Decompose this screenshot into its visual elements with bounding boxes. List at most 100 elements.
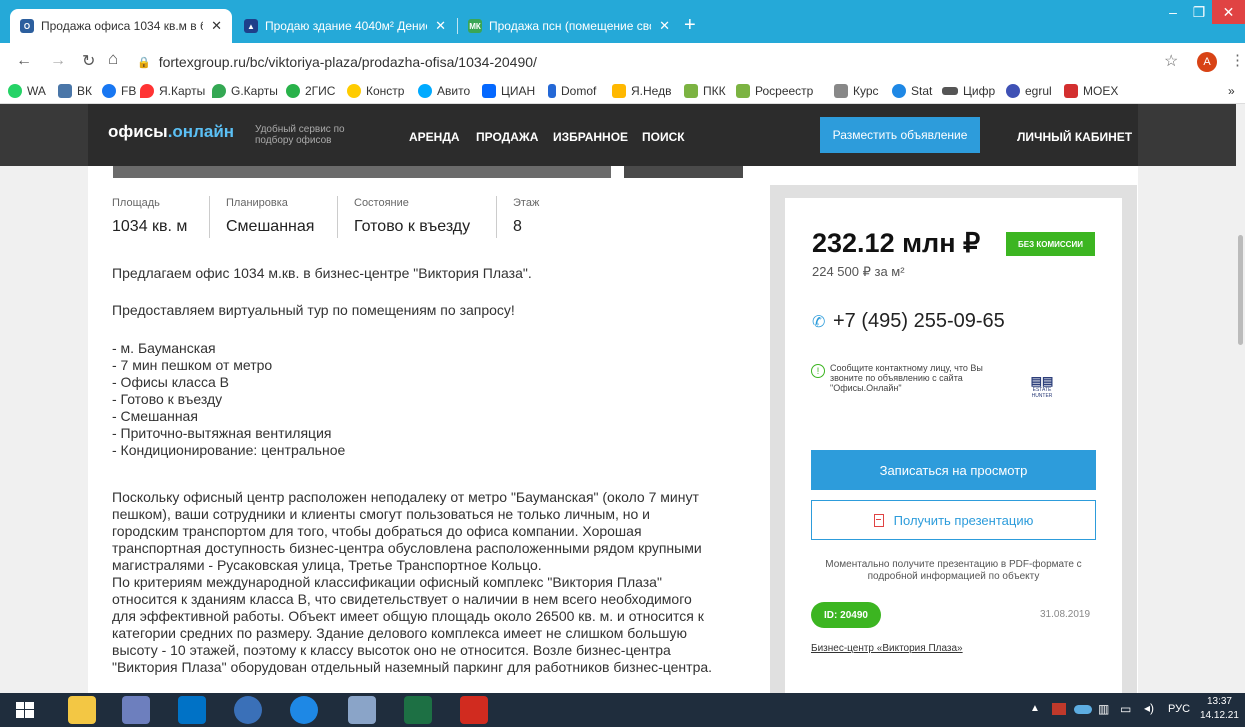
get-presentation-button[interactable]: Получить презентацию — [811, 500, 1096, 540]
page-scrollbar[interactable] — [1236, 104, 1245, 693]
moex-icon — [1064, 84, 1078, 98]
konstr-icon — [347, 84, 361, 98]
url-field[interactable]: 🔒 fortexgroup.ru/bc/viktoriya-plaza/prod… — [137, 48, 1187, 76]
language-indicator[interactable]: РУС — [1168, 703, 1190, 715]
bookmark-pkk[interactable]: ПКК — [684, 84, 726, 98]
list-item: - Смешанная — [112, 408, 198, 424]
bookmark-cian[interactable]: ЦИАН — [482, 84, 535, 98]
logo-main: офисы — [108, 122, 168, 141]
domof-icon — [548, 84, 556, 98]
bookmark-tsifr[interactable]: Цифр — [942, 84, 995, 98]
body-line: По критериям международной классификации… — [112, 574, 662, 590]
bookmark-vk[interactable]: ВК — [58, 84, 92, 98]
gallery-photo[interactable] — [113, 166, 611, 178]
body-line: транспортная доступность бизнес-центра о… — [112, 540, 702, 556]
file-explorer-icon[interactable] — [68, 696, 96, 724]
bookmark-google-maps[interactable]: G.Карты — [212, 84, 278, 98]
description-intro: Предлагаем офис 1034 м.кв. в бизнес-цент… — [112, 265, 532, 281]
bookmark-wa[interactable]: WA — [8, 84, 46, 98]
stat-label: Планировка — [226, 197, 288, 209]
close-tab-icon[interactable]: ✕ — [435, 18, 446, 34]
bookmark-label: ВК — [77, 84, 92, 98]
onedrive-icon[interactable] — [1074, 705, 1092, 714]
app-icon[interactable] — [348, 696, 376, 724]
bookmark-stat[interactable]: Stat — [892, 84, 932, 98]
network-icon[interactable]: ▥ — [1098, 702, 1109, 716]
personal-cabinet-link[interactable]: ЛИЧНЫЙ КАБИНЕТ — [1017, 130, 1132, 144]
price-per-m2: 224 500 ₽ за м² — [812, 264, 905, 279]
acrobat-icon[interactable] — [460, 696, 488, 724]
volume-icon[interactable]: ◂) — [1144, 701, 1154, 715]
outlook-icon[interactable] — [178, 696, 206, 724]
tray-flag-icon[interactable] — [1052, 703, 1066, 715]
bookmark-rosreestr[interactable]: Росреестр — [736, 84, 813, 98]
body-line: высоту - 10 этажей, поэтому к классу выс… — [112, 642, 671, 658]
restore-icon[interactable]: ❐ — [1186, 0, 1212, 24]
tab-title: Продажа офиса 1034 кв.м в биз — [41, 19, 204, 33]
tab-building-sale[interactable]: ▲ Продаю здание 4040м² Денисо ✕ — [234, 9, 456, 43]
nav-favorites[interactable]: ИЗБРАННОЕ — [553, 130, 628, 144]
forward-icon[interactable]: → — [50, 52, 66, 70]
new-tab-icon[interactable]: + — [684, 14, 696, 37]
excel-icon[interactable] — [404, 696, 432, 724]
bookmark-fb[interactable]: FB — [102, 84, 136, 98]
agency-name: HUNTER — [1031, 393, 1053, 399]
nav-sale[interactable]: ПРОДАЖА — [476, 130, 538, 144]
bookmark-label: Я.Карты — [159, 84, 206, 98]
book-viewing-button[interactable]: Записаться на просмотр — [811, 450, 1096, 490]
menu-dots-icon[interactable]: ⋮ — [1230, 51, 1245, 69]
phone-number[interactable]: +7 (495) 255-09-65 — [833, 310, 1005, 333]
bookmarks-more-icon[interactable]: » — [1228, 84, 1235, 98]
bookmark-label: WA — [27, 84, 46, 98]
bookmark-domof[interactable]: Domof — [548, 84, 596, 98]
tab-psn-sale[interactable]: МК Продажа псн (помещение своб ✕ — [458, 9, 680, 43]
facebook-icon — [102, 84, 116, 98]
cian-favicon-icon: ▲ — [244, 19, 258, 33]
profile-avatar[interactable]: A — [1197, 52, 1217, 72]
clock[interactable]: 13:37 14.12.21 — [1200, 695, 1239, 723]
site-logo[interactable]: офисы.онлайн — [108, 122, 234, 142]
body-line: магистралями - Русаковская улица, Третье… — [112, 557, 542, 573]
post-ad-button[interactable]: Разместить объявление — [820, 117, 980, 153]
clock-time: 13:37 — [1206, 696, 1232, 707]
stat-icon — [892, 84, 906, 98]
chrome-icon[interactable] — [234, 696, 262, 724]
internet-explorer-icon[interactable] — [290, 696, 318, 724]
bookmark-kurs[interactable]: Курс — [834, 84, 879, 98]
windows-start-icon[interactable] — [16, 702, 34, 718]
close-tab-icon[interactable]: ✕ — [211, 18, 222, 34]
home-icon[interactable]: ⌂ — [108, 49, 118, 69]
stat-divider — [337, 196, 338, 238]
bookmark-ya-nedv[interactable]: Я.Недв — [612, 84, 671, 98]
scrollbar-thumb[interactable] — [1238, 235, 1243, 345]
close-tab-icon[interactable]: ✕ — [659, 18, 670, 34]
business-center-link[interactable]: Бизнес-центр «Виктория Плаза» — [811, 643, 963, 654]
bookmark-avito[interactable]: Авито — [418, 84, 470, 98]
logo-domain: .онлайн — [167, 122, 235, 141]
clock-date: 14.12.21 — [1200, 710, 1239, 721]
stat-label: Этаж — [513, 197, 540, 209]
feature-list: - м. Бауманская - 7 мин пешком от метро … — [112, 340, 672, 459]
tab-office-sale[interactable]: О Продажа офиса 1034 кв.м в биз ✕ — [10, 9, 232, 43]
app-icon[interactable] — [122, 696, 150, 724]
bookmark-2gis[interactable]: 2ГИС — [286, 84, 335, 98]
nav-rent[interactable]: АРЕНДА — [409, 130, 460, 144]
bookmark-star-icon[interactable]: ☆ — [1164, 51, 1178, 71]
tagline-line: подбору офисов — [255, 135, 332, 146]
bookmark-konstr[interactable]: Констр — [347, 84, 404, 98]
bookmark-moex[interactable]: MOEX — [1064, 84, 1118, 98]
bookmark-label: Domof — [561, 84, 597, 98]
bookmark-label: Авито — [437, 84, 471, 98]
minimize-icon[interactable]: – — [1160, 0, 1186, 24]
bookmark-yandex-maps[interactable]: Я.Карты — [140, 84, 205, 98]
close-window-icon[interactable]: ✕ — [1212, 0, 1245, 24]
nav-search[interactable]: ПОИСК — [642, 130, 685, 144]
description-body: Поскольку офисный центр расположен непод… — [112, 489, 762, 676]
cian-icon — [482, 84, 496, 98]
gallery-photo-thumb[interactable] — [624, 166, 743, 178]
back-icon[interactable]: ← — [16, 52, 32, 70]
keyboard-icon[interactable]: ▭ — [1120, 702, 1131, 716]
bookmark-egrul[interactable]: egrul — [1006, 84, 1052, 98]
tray-arrow-icon[interactable]: ▲ — [1030, 703, 1040, 714]
reload-icon[interactable]: ↻ — [82, 51, 95, 71]
